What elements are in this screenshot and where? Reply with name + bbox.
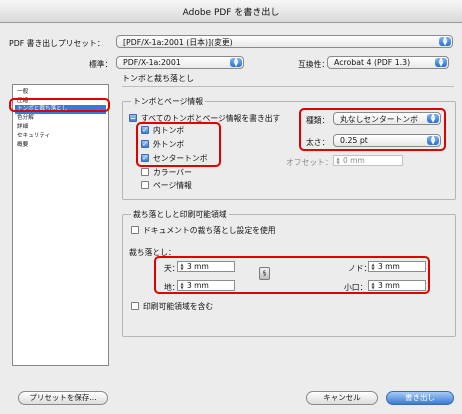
- type-weight-highlight: [299, 108, 446, 151]
- sidebar-item-output[interactable]: 色分解: [15, 114, 106, 123]
- export-button[interactable]: 書き出し: [386, 391, 454, 405]
- sidebar-highlight: [9, 98, 110, 112]
- all-marks-checkbox[interactable]: [129, 114, 137, 122]
- preset-popup[interactable]: [PDF/X-1a:2001 (日本)](変更) ▲ ▼: [116, 35, 453, 48]
- use-doc-bleed-label: ドキュメントの裁ち落とし設定を使用: [143, 226, 276, 235]
- preset-label: PDF 書き出しプリセット：: [9, 39, 105, 48]
- sidebar-item-general[interactable]: 一般: [15, 88, 106, 97]
- sidebar-item-security[interactable]: セキュリティ: [15, 132, 106, 141]
- window-title: Adobe PDF を書き出し: [182, 8, 280, 18]
- offset-value: 0 mm: [343, 156, 365, 165]
- sidebar-item-summary[interactable]: 概要: [15, 141, 106, 150]
- slug-label: 印刷可能領域を含む: [143, 302, 214, 311]
- page-info-checkbox[interactable]: [141, 181, 149, 189]
- color-bar-label: カラーバー: [153, 168, 192, 177]
- bleed-group-title: 裁ち落としと印刷可能領域: [131, 209, 229, 220]
- compat-popup[interactable]: Acrobat 4 (PDF 1.3) ▲ ▼: [327, 56, 449, 69]
- compat-label: 互換性：: [298, 60, 330, 69]
- color-bar-checkbox[interactable]: [141, 168, 149, 176]
- compat-value: Acrobat 4 (PDF 1.3): [334, 58, 411, 67]
- stepper-icon[interactable]: ▲ ▼: [335, 157, 341, 165]
- panel-heading: トンボと裁ち落とし: [122, 74, 194, 83]
- bleed-values-highlight: [154, 256, 430, 294]
- slug-checkbox[interactable]: [131, 302, 139, 310]
- use-doc-bleed-checkbox[interactable]: [131, 226, 139, 234]
- offset-label: オフセット：: [286, 158, 333, 167]
- sidebar: 一般 圧縮 トンボと裁ち落とし 色分解 詳細 セキュリティ 概要: [12, 84, 109, 366]
- page-info-label: ページ情報: [153, 181, 192, 190]
- cancel-button[interactable]: キャンセル: [306, 391, 378, 405]
- marks-highlight: [136, 122, 221, 167]
- save-preset-button[interactable]: プリセットを保存...: [18, 391, 108, 405]
- popup-arrows-icon: ▲ ▼: [439, 36, 451, 46]
- marks-group-title: トンボとページ情報: [131, 96, 206, 107]
- standard-value: PDF/X-1a:2001: [123, 58, 181, 67]
- standard-popup[interactable]: PDF/X-1a:2001 ▲ ▼: [116, 56, 244, 69]
- standard-label: 標準：: [89, 60, 113, 69]
- preset-value: [PDF/X-1a:2001 (日本)](変更): [123, 38, 233, 47]
- popup-arrows-icon: ▲ ▼: [230, 57, 242, 67]
- sidebar-item-advanced[interactable]: 詳細: [15, 123, 106, 132]
- title-bar: Adobe PDF を書き出し: [0, 0, 462, 23]
- offset-field[interactable]: ▲ ▼ 0 mm: [333, 155, 403, 166]
- heading-divider: [122, 86, 454, 87]
- popup-arrows-icon: ▲ ▼: [435, 57, 447, 67]
